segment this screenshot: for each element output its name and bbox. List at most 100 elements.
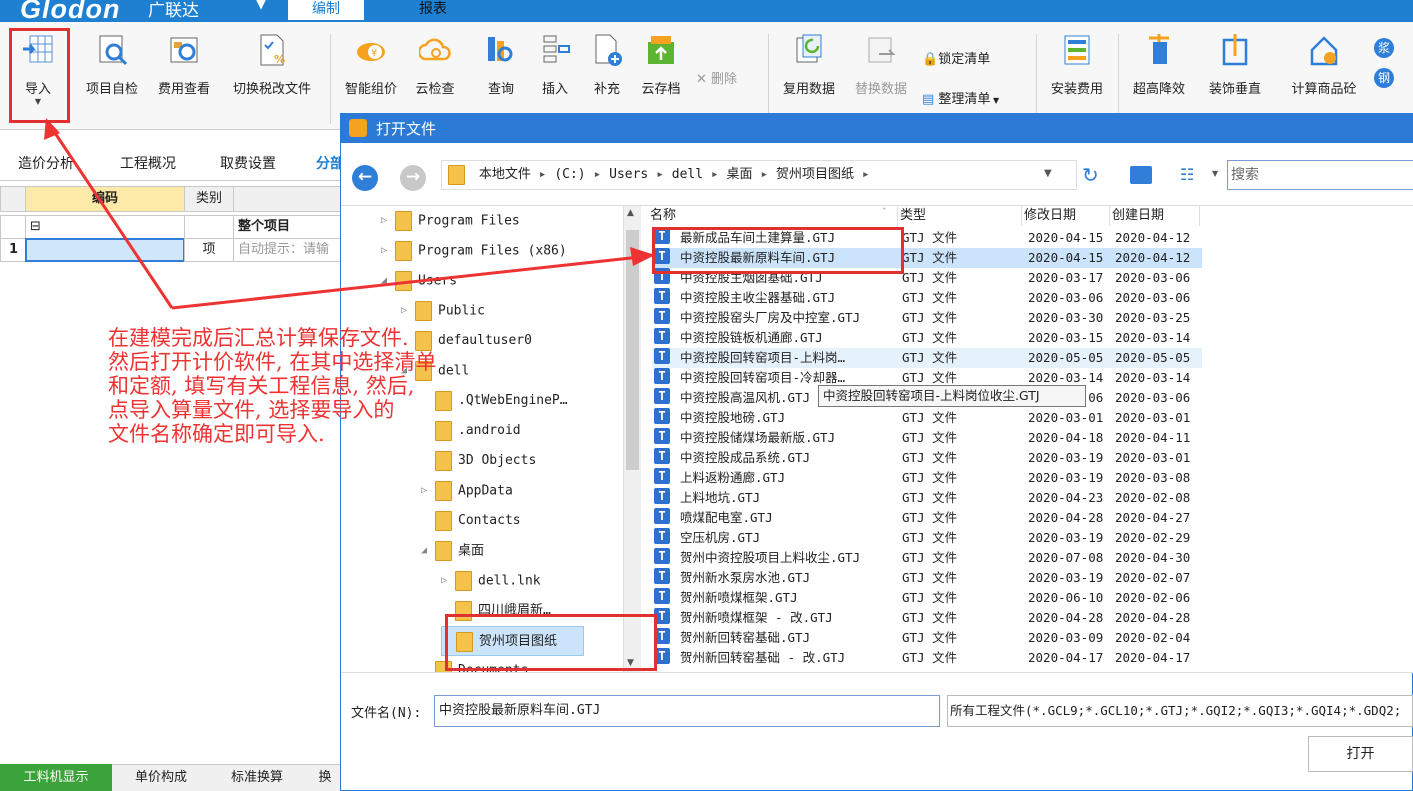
breadcrumb-drive[interactable]: (C:) bbox=[554, 167, 585, 182]
file-row[interactable]: T 上料返粉通廊.GTJ GTJ 文件 2020-03-19 2020-03-08 bbox=[652, 468, 1202, 488]
collapse-icon[interactable]: ⊟ bbox=[25, 215, 185, 239]
organize-list-button[interactable]: ▤ 整理清单 ▼ bbox=[922, 88, 999, 107]
forward-icon[interactable]: → bbox=[400, 165, 426, 191]
tab-project-overview[interactable]: 工程概况 bbox=[120, 153, 176, 173]
breadcrumb-users[interactable]: Users bbox=[609, 167, 648, 182]
open-button[interactable]: 打开 bbox=[1308, 736, 1413, 772]
self-check-label: 项目自检 bbox=[85, 82, 138, 97]
address-bar[interactable]: 本地文件 ▸ (C:) ▸ Users ▸ dell ▸ 桌面 ▸ 贺州项目图纸… bbox=[441, 160, 1077, 190]
chevron-down-icon[interactable]: ▼ bbox=[256, 0, 266, 12]
tree-item[interactable]: ▷ dell.lnk bbox=[441, 566, 541, 596]
calc-concrete-button[interactable]: 计算商品砼 bbox=[1284, 32, 1364, 97]
file-row[interactable]: T 上料地坑.GTJ GTJ 文件 2020-04-23 2020-02-08 bbox=[652, 488, 1202, 508]
expand-arrow-icon[interactable]: ▷ bbox=[441, 566, 455, 596]
file-row[interactable]: T 中资控股成品系统.GTJ GTJ 文件 2020-03-19 2020-03-01 bbox=[652, 448, 1202, 468]
reuse-data-button[interactable]: 复用数据 bbox=[778, 32, 840, 97]
file-row[interactable]: T 中资控股储煤场最新版.GTJ GTJ 文件 2020-04-18 2020-04-1… bbox=[652, 428, 1202, 448]
tab-cost-analysis[interactable]: 造价分析 bbox=[18, 153, 74, 173]
breadcrumb-dell[interactable]: dell bbox=[672, 167, 703, 182]
view-mode-icon[interactable]: ☷ bbox=[1180, 165, 1194, 184]
expand-arrow-icon[interactable]: ▷ bbox=[401, 296, 415, 326]
file-type: GTJ 文件 bbox=[902, 650, 958, 665]
file-row[interactable]: T 中资控股主收尘器基础.GTJ GTJ 文件 2020-03-06 2020-03-0… bbox=[652, 288, 1202, 308]
file-row[interactable]: T 贺州新回转窑基础 - 改.GTJ GTJ 文件 2020-04-17 2020-04… bbox=[652, 648, 1202, 668]
tree-item[interactable]: ▷ Program Files bbox=[381, 206, 520, 236]
switch-tax-button[interactable]: % 切换税改文件 bbox=[224, 32, 320, 97]
tab-unit-price[interactable]: 单价构成 bbox=[116, 764, 206, 791]
expand-arrow-icon[interactable]: ▷ bbox=[381, 206, 395, 236]
grid-header-type[interactable]: 类别 bbox=[184, 186, 234, 212]
replace-data-button[interactable]: 替换数据 bbox=[850, 32, 912, 97]
tree-item[interactable]: ▷ AppData bbox=[421, 476, 513, 506]
decoration-vertical-icon bbox=[1222, 34, 1248, 66]
grid-header-name[interactable] bbox=[233, 186, 345, 212]
tree-item[interactable]: ◢ Users bbox=[381, 266, 457, 296]
file-row[interactable]: T 贺州新回转窑基础.GTJ GTJ 文件 2020-03-09 2020-02-04 bbox=[652, 628, 1202, 648]
file-created: 2020-02-04 bbox=[1115, 630, 1191, 645]
tree-item[interactable]: .QtWebEngineP… bbox=[421, 386, 568, 416]
tree-item[interactable]: Contacts bbox=[421, 506, 521, 536]
row-name[interactable]: 整个项目 bbox=[233, 215, 345, 239]
refresh-icon[interactable]: ↻ bbox=[1082, 163, 1099, 187]
row-auto-hint[interactable]: 自动提示：请输 bbox=[233, 238, 345, 262]
filename-input[interactable]: 中资控股最新原料车间.GTJ bbox=[434, 695, 940, 727]
tab-report[interactable]: 报表 bbox=[395, 0, 471, 20]
super-high-button[interactable]: 超高降效 bbox=[1128, 32, 1190, 97]
expand-arrow-icon[interactable]: ▷ bbox=[381, 236, 395, 266]
breadcrumb-desktop[interactable]: 桌面 bbox=[727, 167, 753, 182]
view-dropdown-icon[interactable]: ▼ bbox=[1212, 169, 1218, 178]
search-input[interactable]: 搜索 bbox=[1227, 160, 1413, 190]
cloud-archive-button[interactable]: 云存档 bbox=[636, 32, 686, 97]
column-created[interactable]: 创建日期 bbox=[1112, 206, 1200, 226]
tree-item[interactable]: 3D Objects bbox=[421, 446, 536, 476]
file-row[interactable]: T 中资控股窑头厂房及中控室.GTJ GTJ 文件 2020-03-30 2020-03… bbox=[652, 308, 1202, 328]
file-row[interactable]: T 贺州新喷煤框架.GTJ GTJ 文件 2020-06-10 2020-02-06 bbox=[652, 588, 1202, 608]
tree-item[interactable]: ▷ Program Files (x86) bbox=[381, 236, 567, 266]
tree-item[interactable]: ◢ 桌面 bbox=[421, 536, 484, 566]
file-modified: 2020-03-06 bbox=[1028, 290, 1104, 305]
scroll-up-icon[interactable]: ▲ bbox=[627, 208, 634, 218]
row-code-cell[interactable] bbox=[25, 238, 185, 262]
grid-header-code[interactable]: 编码 bbox=[25, 186, 185, 212]
smart-pricing-button[interactable]: ¥ 智能组价 bbox=[340, 32, 402, 97]
cloud-check-button[interactable]: 云检查 bbox=[410, 32, 460, 97]
file-row[interactable]: T 中资控股链板机通廊.GTJ GTJ 文件 2020-03-15 2020-03-14 bbox=[652, 328, 1202, 348]
file-type-filter[interactable]: 所有工程文件(*.GCL9;*.GCL10;*.GTJ;*.GQI2;*.GQI… bbox=[947, 695, 1413, 727]
self-check-button[interactable]: 项目自检 bbox=[80, 32, 144, 97]
expand-arrow-icon[interactable]: ▷ bbox=[421, 476, 435, 506]
fee-view-button[interactable]: 费用查看 bbox=[152, 32, 216, 97]
query-button[interactable]: 查询 bbox=[480, 32, 522, 97]
file-row[interactable]: T 中资控股回转窑项目-上料岗… GTJ 文件 2020-05-05 2020-05-0… bbox=[652, 348, 1202, 368]
tab-fee-settings[interactable]: 取费设置 bbox=[220, 153, 276, 173]
tree-item[interactable]: ▷ Public bbox=[401, 296, 485, 326]
lock-list-button[interactable]: 🔒锁定清单 bbox=[922, 48, 990, 67]
breadcrumb-local[interactable]: 本地文件 bbox=[479, 167, 531, 182]
tree-scrollbar-thumb[interactable] bbox=[626, 230, 639, 470]
new-folder-icon[interactable] bbox=[1130, 166, 1152, 184]
file-row[interactable]: T 空压机房.GTJ GTJ 文件 2020-03-19 2020-02-29 bbox=[652, 528, 1202, 548]
side-circle-1[interactable]: 浆 bbox=[1374, 38, 1394, 58]
decoration-vertical-button[interactable]: 装饰垂直 bbox=[1204, 32, 1266, 97]
back-icon[interactable]: ← bbox=[352, 165, 378, 191]
file-row[interactable]: T 贺州新水泵房水池.GTJ GTJ 文件 2020-03-19 2020-02-07 bbox=[652, 568, 1202, 588]
expand-arrow-icon[interactable]: ◢ bbox=[421, 536, 435, 566]
supplement-button[interactable]: 补充 bbox=[586, 32, 628, 97]
column-modified[interactable]: 修改日期 bbox=[1024, 206, 1110, 226]
side-circle-2[interactable]: 钢 bbox=[1374, 68, 1394, 88]
column-name[interactable]: 名称 bbox=[650, 206, 898, 226]
file-row[interactable]: T 喷煤配电室.GTJ GTJ 文件 2020-04-28 2020-04-27 bbox=[652, 508, 1202, 528]
address-dropdown-icon[interactable]: ▼ bbox=[1044, 168, 1052, 179]
tab-edit[interactable]: 编制 bbox=[288, 0, 364, 20]
install-fee-button[interactable]: 安装费用 bbox=[1046, 32, 1108, 97]
tab-standard-conversion[interactable]: 标准换算 bbox=[212, 764, 302, 791]
file-row[interactable]: T 中资控股地磅.GTJ GTJ 文件 2020-03-01 2020-03-01 bbox=[652, 408, 1202, 428]
delete-button[interactable]: ✕ 删除 bbox=[696, 68, 737, 87]
breadcrumb-project[interactable]: 贺州项目图纸 bbox=[776, 167, 854, 182]
column-type[interactable]: 类型 bbox=[900, 206, 1022, 226]
expand-arrow-icon[interactable]: ◢ bbox=[381, 266, 395, 296]
tab-more[interactable]: 换 bbox=[310, 764, 340, 791]
file-row[interactable]: T 贺州中资控股项目上料收尘.GTJ GTJ 文件 2020-07-08 2020-04… bbox=[652, 548, 1202, 568]
file-row[interactable]: T 贺州新喷煤框架 - 改.GTJ GTJ 文件 2020-04-28 2020-04-… bbox=[652, 608, 1202, 628]
tab-material-display[interactable]: 工料机显示 bbox=[0, 764, 112, 791]
insert-button[interactable]: 插入 bbox=[534, 32, 576, 97]
